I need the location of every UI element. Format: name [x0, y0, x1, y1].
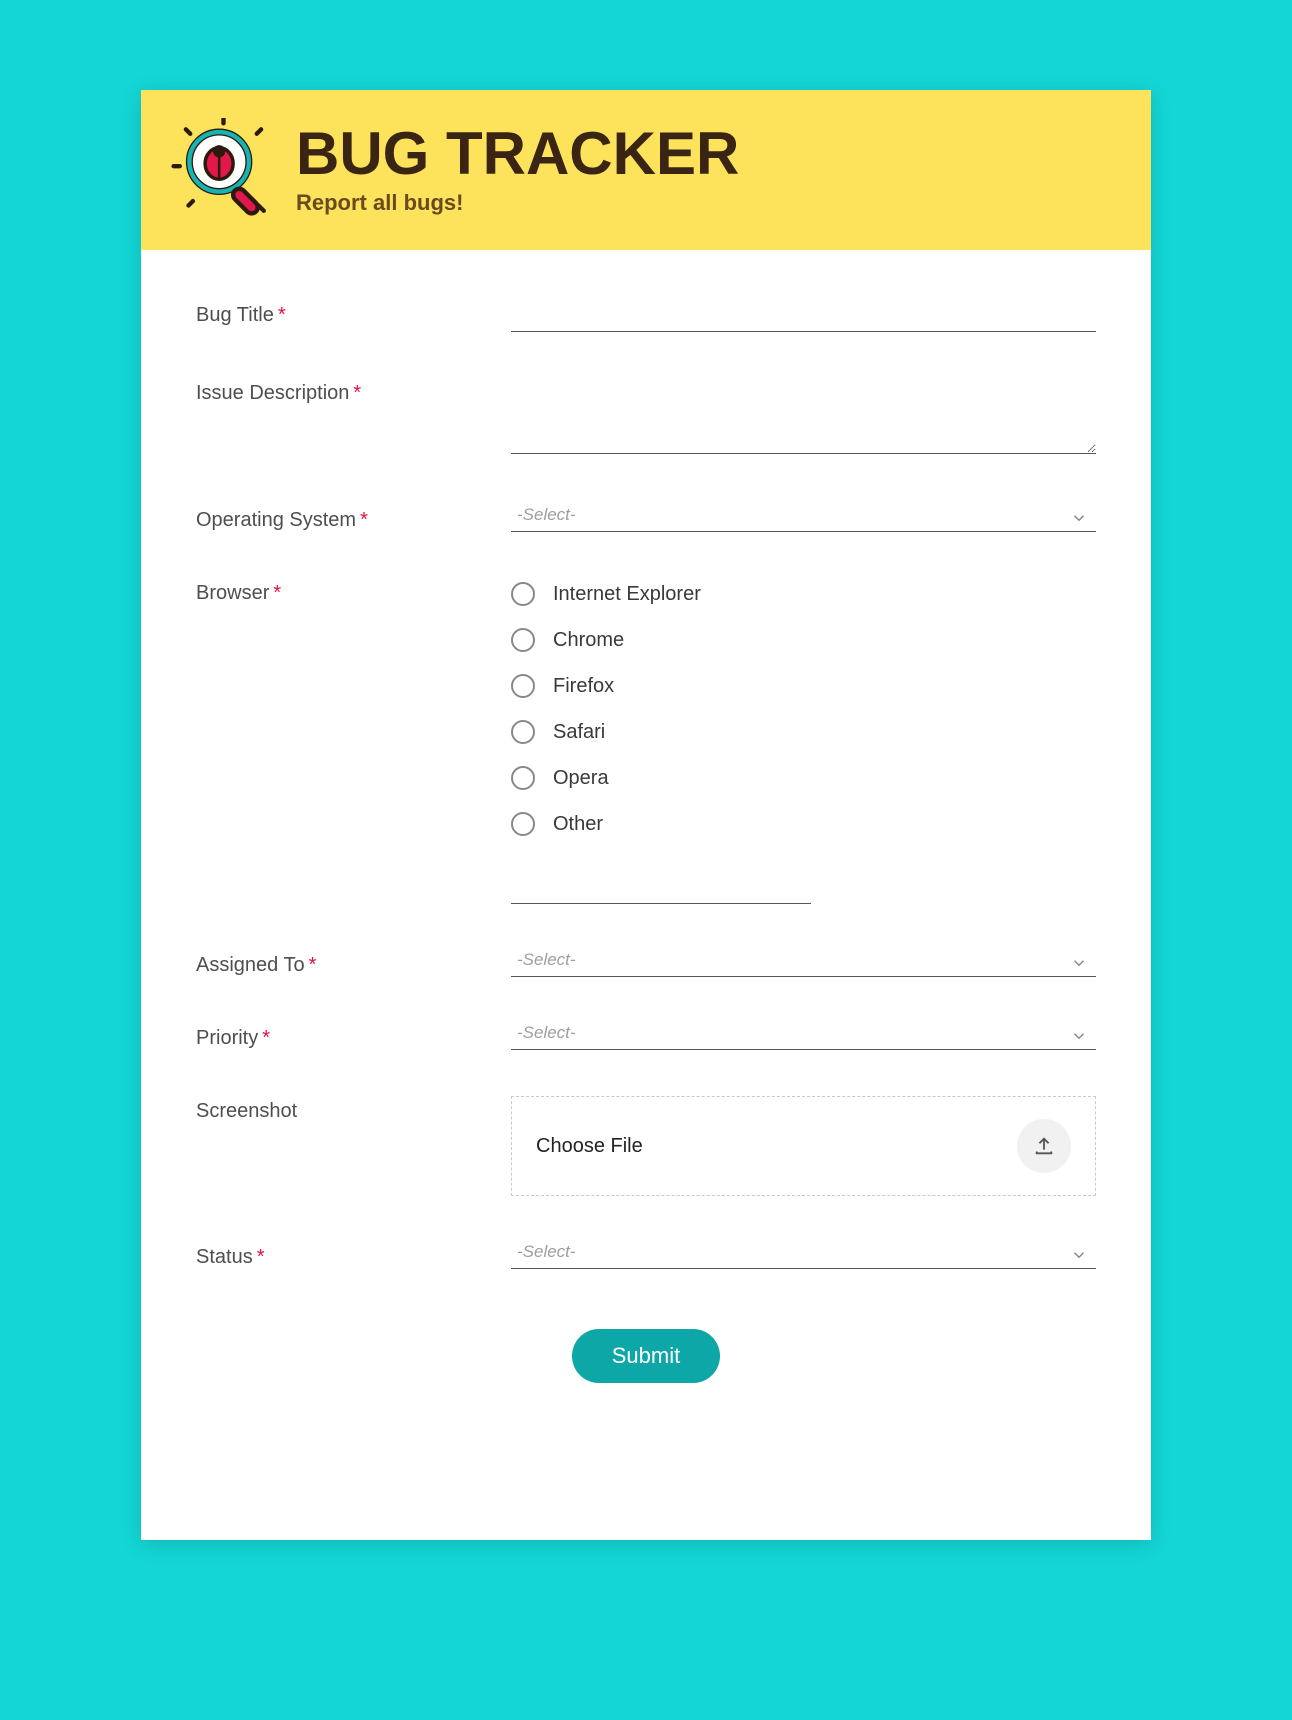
app-title: BUG TRACKER: [296, 124, 739, 184]
browser-option-internet-explorer[interactable]: Internet Explorer: [511, 582, 1096, 606]
assigned-to-placeholder: -Select-: [511, 950, 576, 969]
browser-option-other[interactable]: Other: [511, 812, 1096, 836]
status-select[interactable]: -Select-: [511, 1242, 1096, 1269]
radio-icon: [511, 766, 535, 790]
assigned-to-label: Assigned To*: [196, 950, 511, 977]
radio-label: Internet Explorer: [553, 583, 701, 606]
radio-label: Other: [553, 813, 603, 836]
radio-icon: [511, 812, 535, 836]
screenshot-label: Screenshot: [196, 1096, 511, 1123]
submit-button[interactable]: Submit: [572, 1329, 720, 1383]
priority-select[interactable]: -Select-: [511, 1023, 1096, 1050]
choose-file-label: Choose File: [536, 1135, 643, 1158]
upload-icon: [1017, 1119, 1071, 1173]
radio-label: Opera: [553, 767, 609, 790]
chevron-down-icon: [1070, 1246, 1084, 1260]
browser-other-input[interactable]: [511, 880, 811, 904]
bug-title-label: Bug Title*: [196, 300, 511, 327]
bug-title-input[interactable]: [511, 300, 1096, 332]
chevron-down-icon: [1070, 1027, 1084, 1041]
radio-label: Chrome: [553, 629, 624, 652]
operating-system-select[interactable]: -Select-: [511, 505, 1096, 532]
radio-icon: [511, 628, 535, 652]
browser-label: Browser*: [196, 578, 511, 605]
browser-option-safari[interactable]: Safari: [511, 720, 1096, 744]
operating-system-placeholder: -Select-: [511, 505, 576, 524]
form-body: Bug Title* Issue Description* Operating …: [141, 250, 1151, 1453]
status-label: Status*: [196, 1242, 511, 1269]
radio-icon: [511, 582, 535, 606]
assigned-to-select[interactable]: -Select-: [511, 950, 1096, 977]
operating-system-label: Operating System*: [196, 505, 511, 532]
status-placeholder: -Select-: [511, 1242, 576, 1261]
header-banner: BUG TRACKER Report all bugs!: [141, 90, 1151, 250]
priority-label: Priority*: [196, 1023, 511, 1050]
chevron-down-icon: [1070, 954, 1084, 968]
browser-option-chrome[interactable]: Chrome: [511, 628, 1096, 652]
priority-placeholder: -Select-: [511, 1023, 576, 1042]
bug-magnifier-icon: [171, 118, 276, 223]
radio-icon: [511, 720, 535, 744]
browser-option-firefox[interactable]: Firefox: [511, 674, 1096, 698]
issue-description-label: Issue Description*: [196, 378, 511, 405]
radio-icon: [511, 674, 535, 698]
radio-label: Safari: [553, 721, 605, 744]
browser-option-opera[interactable]: Opera: [511, 766, 1096, 790]
issue-description-textarea[interactable]: [511, 378, 1096, 454]
app-subtitle: Report all bugs!: [296, 190, 739, 216]
screenshot-upload[interactable]: Choose File: [511, 1096, 1096, 1196]
form-card: BUG TRACKER Report all bugs! Bug Title* …: [141, 90, 1151, 1540]
radio-label: Firefox: [553, 675, 614, 698]
chevron-down-icon: [1070, 509, 1084, 523]
